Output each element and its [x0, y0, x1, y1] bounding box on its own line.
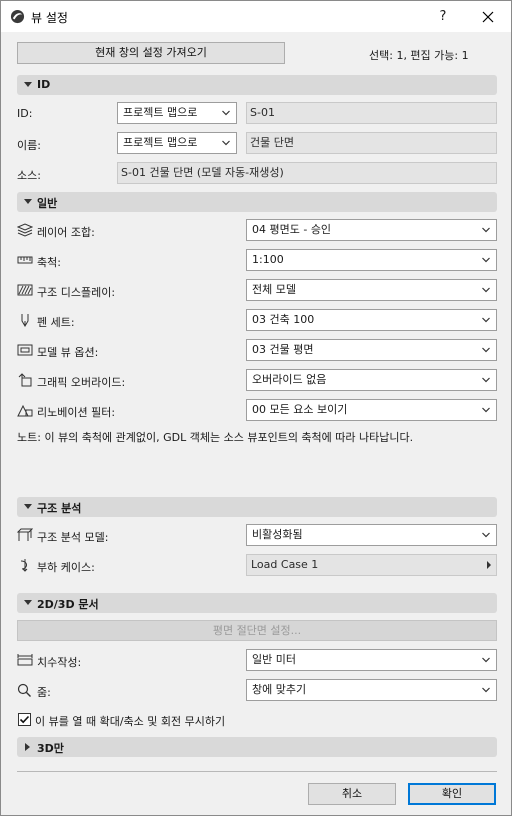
chevron-down-icon: [482, 347, 490, 353]
chevron-down-icon: [482, 407, 490, 413]
layers-icon: [17, 223, 33, 237]
zoom-select[interactable]: 창에 맞추기: [246, 679, 497, 701]
renovation-filter-select[interactable]: 00 모든 요소 보이기: [246, 399, 497, 421]
section-title: 2D/3D 문서: [37, 598, 99, 611]
load-case-popup[interactable]: Load Case 1: [246, 554, 497, 576]
archicad-logo-icon: [10, 9, 25, 24]
section-title: 일반: [37, 197, 58, 210]
title-bar: 뷰 설정 ?: [1, 1, 511, 32]
graphic-override-value: 오버라이드 없음: [252, 373, 327, 386]
model-view-options-value: 03 건물 평면: [252, 343, 314, 356]
view-settings-dialog: 뷰 설정 ? 현재 창의 설정 가져오기 선택: 1, 편집 가능: 1 ID …: [0, 0, 512, 816]
chevron-down-icon: [482, 377, 490, 383]
id-source-select[interactable]: 프로젝트 맵으로: [117, 102, 237, 124]
ok-button[interactable]: 확인: [408, 783, 496, 805]
help-button[interactable]: ?: [433, 7, 453, 27]
close-icon[interactable]: [477, 7, 499, 27]
ignore-zoom-rotation-label: 이 뷰를 열 때 확대/축소 및 회전 무시하기: [35, 715, 226, 728]
id-source-value: 프로젝트 맵으로: [123, 106, 198, 119]
chevron-down-icon: [482, 657, 490, 663]
zoom-value: 창에 맞추기: [252, 683, 307, 696]
gdl-scale-note: 노트: 이 뷰의 축척에 관계없이, GDL 객체는 소스 뷰포인트의 축척에 …: [17, 431, 414, 444]
model-view-options-select[interactable]: 03 건물 평면: [246, 339, 497, 361]
pen-icon: [21, 314, 29, 327]
scale-label: 축척:: [37, 256, 61, 269]
ignore-zoom-rotation-checkbox[interactable]: [18, 713, 31, 726]
chevron-down-icon: [482, 687, 490, 693]
section-title: 3D만: [37, 742, 64, 755]
zoom-label: 줌:: [37, 686, 51, 699]
source-value-field: S-01 건물 단면 (모델 자동-재생성): [117, 162, 497, 184]
layer-combination-value: 04 평면도 - 승인: [252, 223, 332, 236]
collapse-triangle-icon: [24, 82, 32, 87]
structural-model-icon: [17, 528, 33, 541]
name-label: 이름:: [17, 139, 41, 152]
cancel-button[interactable]: 취소: [308, 783, 396, 805]
name-source-value: 프로젝트 맵으로: [123, 136, 198, 149]
graphic-override-select[interactable]: 오버라이드 없음: [246, 369, 497, 391]
collapse-triangle-icon: [24, 600, 32, 605]
section-structural-header[interactable]: 구조 분석: [17, 497, 497, 517]
structural-model-label: 구조 분석 모델:: [37, 531, 109, 544]
name-value-field: 건물 단면: [246, 132, 497, 154]
pen-set-value: 03 건축 100: [252, 313, 315, 326]
renovation-filter-icon: [17, 404, 33, 417]
scale-ruler-icon: [17, 256, 33, 264]
model-view-icon: [17, 344, 33, 356]
model-view-options-label: 모델 뷰 옵션:: [37, 346, 99, 359]
name-source-select[interactable]: 프로젝트 맵으로: [117, 132, 237, 154]
chevron-down-icon: [482, 227, 490, 233]
chevron-down-icon: [222, 110, 230, 116]
selection-info: 선택: 1, 편집 가능: 1: [369, 49, 469, 62]
scale-value: 1:100: [252, 253, 284, 266]
source-label: 소스:: [17, 169, 41, 182]
dimensioning-select[interactable]: 일반 미터: [246, 649, 497, 671]
section-3d-only-header[interactable]: 3D만: [17, 737, 497, 757]
section-title: ID: [37, 78, 51, 91]
chevron-down-icon: [482, 287, 490, 293]
load-case-value: Load Case 1: [251, 558, 319, 571]
structural-model-value: 비활성화됨: [252, 528, 303, 541]
layer-combination-select[interactable]: 04 평면도 - 승인: [246, 219, 497, 241]
chevron-down-icon: [222, 140, 230, 146]
chevron-down-icon: [482, 532, 490, 538]
section-id-header[interactable]: ID: [17, 75, 497, 95]
load-case-icon: [20, 559, 28, 572]
id-value-field: S-01: [246, 102, 497, 124]
graphic-override-label: 그래픽 오버라이드:: [37, 376, 126, 389]
dimension-icon: [17, 654, 33, 666]
collapse-triangle-icon: [24, 199, 32, 204]
expand-triangle-icon: [25, 743, 30, 751]
id-label: ID:: [17, 107, 33, 120]
structure-display-label: 구조 디스플레이:: [37, 286, 116, 299]
footer-divider: [17, 771, 497, 772]
graphic-override-icon: [18, 373, 32, 387]
pen-set-label: 펜 세트:: [37, 316, 75, 329]
zoom-magnifier-icon: [17, 683, 31, 697]
caret-right-icon: [487, 561, 491, 569]
load-case-label: 부하 케이스:: [37, 561, 95, 574]
renovation-filter-value: 00 모든 요소 보이기: [252, 403, 348, 416]
section-2d3d-docs-header[interactable]: 2D/3D 문서: [17, 593, 497, 613]
pen-set-select[interactable]: 03 건축 100: [246, 309, 497, 331]
dimensioning-label: 치수작성:: [37, 656, 82, 669]
structure-display-icon: [17, 284, 33, 296]
collapse-triangle-icon: [24, 504, 32, 509]
scale-select[interactable]: 1:100: [246, 249, 497, 271]
dimensioning-value: 일반 미터: [252, 653, 296, 666]
fetch-current-window-settings-button[interactable]: 현재 창의 설정 가져오기: [17, 42, 285, 64]
structure-display-select[interactable]: 전체 모델: [246, 279, 497, 301]
layer-combination-label: 레이어 조합:: [37, 226, 95, 239]
section-general-header[interactable]: 일반: [17, 192, 497, 212]
plan-cut-plane-settings-button[interactable]: 평면 절단면 설정...: [17, 620, 497, 641]
renovation-filter-label: 리노베이션 필터:: [37, 406, 116, 419]
checkmark-icon: [19, 715, 30, 724]
section-title: 구조 분석: [37, 502, 82, 515]
chevron-down-icon: [482, 257, 490, 263]
structural-model-select[interactable]: 비활성화됨: [246, 524, 497, 546]
structure-display-value: 전체 모델: [252, 283, 296, 296]
chevron-down-icon: [482, 317, 490, 323]
window-title: 뷰 설정: [31, 11, 68, 25]
